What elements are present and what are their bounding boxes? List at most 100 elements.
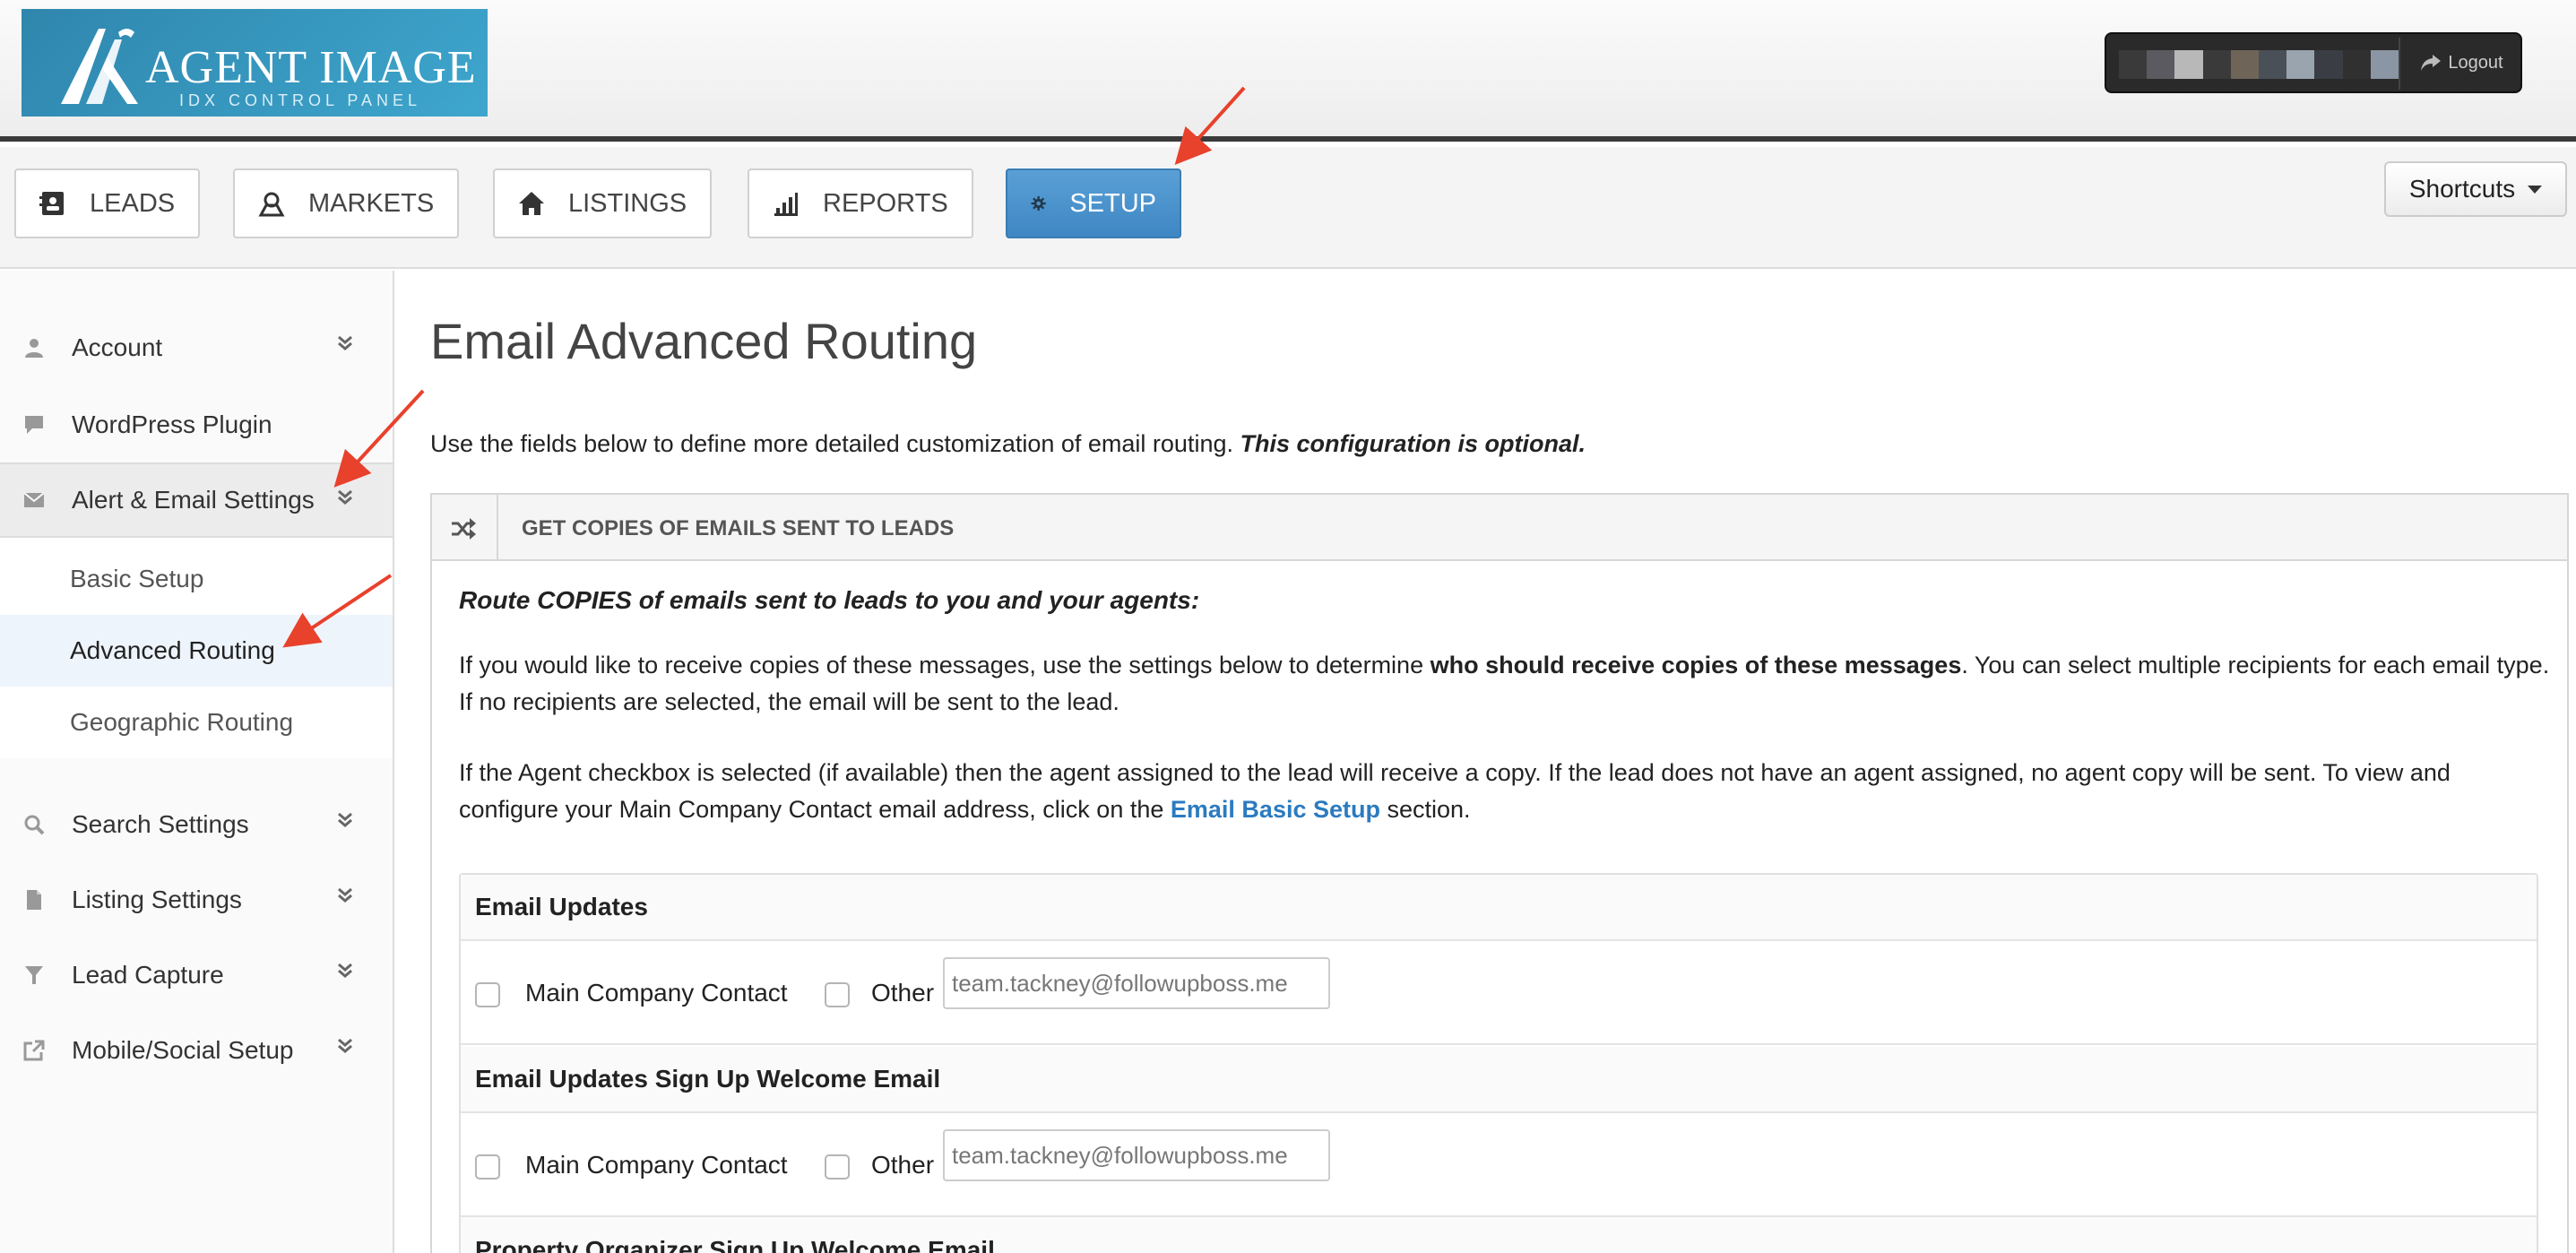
main-company-contact-checkbox[interactable] [475,1154,500,1180]
agent-image-logo[interactable]: AGENT IMAGE IDX CONTROL PANEL [22,9,488,117]
alert-email-submenu: Basic Setup Advanced Routing Geographic … [0,538,393,758]
chevron-double-down-icon[interactable] [335,961,355,981]
routing-options-box: Email Updates Main Company Contact Other… [459,873,2538,1253]
tab-setup-label: SETUP [1069,188,1156,218]
sidebar-item-account[interactable]: Account [0,310,393,385]
tab-leads-label: LEADS [90,188,176,218]
tab-setup[interactable]: SETUP [1006,169,1181,238]
blur-pixel [2259,50,2287,79]
other-email-input[interactable] [943,1129,1330,1181]
blur-pixel [2147,50,2175,79]
sidebar: Account WordPress Plugin Alert & Email S… [0,271,394,1253]
other-email-input[interactable] [943,957,1330,1009]
section-row-sign-up-welcome: Main Company Contact Other [461,1115,2537,1217]
tab-listings-label: LISTINGS [568,188,687,218]
user-account-box: Logout [2105,32,2522,93]
section-header-sign-up-welcome: Email Updates Sign Up Welcome Email [461,1047,2537,1113]
intro-main: Use the fields below to define more deta… [430,430,1233,457]
chevron-double-down-icon[interactable] [335,333,355,353]
blur-pixel [2119,50,2148,79]
top-header: AGENT IMAGE IDX CONTROL PANEL Logout [0,0,2576,142]
blurred-username [2119,50,2399,79]
chevron-double-down-icon[interactable] [335,810,355,830]
sidebar-subitem-advanced-routing[interactable]: Advanced Routing [0,615,393,687]
document-icon [27,890,41,910]
share-arrow-icon [2421,55,2442,71]
email-basic-setup-link[interactable]: Email Basic Setup [1171,796,1380,823]
sidebar-subitem-geographic-routing[interactable]: Geographic Routing [0,687,393,758]
panel-header-divider [497,495,498,559]
para1-bold: who should receive copies of these messa… [1430,652,1962,678]
tab-markets-label: MARKETS [308,188,435,218]
shuffle-icon [452,518,476,540]
logout-label: Logout [2448,52,2503,73]
main-company-contact-label: Main Company Contact [525,979,788,1007]
speech-bubble-icon [25,416,43,434]
other-label: Other [871,979,935,1007]
sidebar-item-mobile-social-setup[interactable]: Mobile/Social Setup [0,1013,393,1088]
main-nav: LEADS MARKETS LISTINGS REPORTS SETUP Sho… [0,147,2576,269]
blur-pixel [2370,50,2399,79]
map-pin-icon [258,192,285,217]
sidebar-item-alert-email-settings[interactable]: Alert & Email Settings [0,462,393,538]
panel-lead: Route COPIES of emails sent to leads to … [459,586,1200,614]
sidebar-subitem-basic-setup[interactable]: Basic Setup [0,543,393,615]
tab-reports-label: REPORTS [823,188,948,218]
tab-markets[interactable]: MARKETS [233,169,460,238]
gear-icon [1031,195,1046,212]
sidebar-item-label: Account [72,333,163,361]
section-row-email-updates: Main Company Contact Other [461,943,2537,1045]
intro-emphasis: This configuration is optional. [1240,430,1586,457]
sidebar-subitem-label: Basic Setup [70,565,204,592]
tab-reports[interactable]: REPORTS [748,169,973,238]
section-header-property-organizer: Property Organizer Sign Up Welcome Email [461,1217,2537,1253]
sidebar-item-wordpress-plugin[interactable]: WordPress Plugin [0,387,393,462]
envelope-icon [23,492,45,507]
sidebar-item-label: Search Settings [72,810,249,838]
external-share-icon [23,1040,45,1061]
logo-subtitle: IDX CONTROL PANEL [179,91,422,109]
tab-leads[interactable]: LEADS [14,169,201,238]
sidebar-item-label: Lead Capture [72,961,224,989]
caret-down-icon [2528,185,2543,194]
contact-card-icon [39,192,64,215]
tab-listings[interactable]: LISTINGS [493,169,713,238]
logo-title: AGENT IMAGE [145,42,477,93]
logout-button[interactable]: Logout [2404,34,2520,91]
para1-text-a: If you would like to receive copies of t… [459,652,1424,678]
sidebar-item-label: Alert & Email Settings [72,486,315,514]
panel-paragraph-2: If the Agent checkbox is selected (if av… [459,755,2553,828]
blur-pixel [2342,50,2371,79]
sidebar-item-label: Listing Settings [72,886,242,913]
panel-paragraph-1: If you would like to receive copies of t… [459,647,2553,721]
other-label: Other [871,1151,935,1179]
search-icon [24,815,45,835]
bar-chart-icon [774,193,798,216]
userbox-divider [2399,38,2400,90]
sidebar-subitem-label: Geographic Routing [70,708,294,736]
funnel-icon [25,966,43,984]
sidebar-item-label: Mobile/Social Setup [72,1036,294,1064]
intro-text: Use the fields below to define more deta… [430,430,1586,458]
other-checkbox[interactable] [825,982,850,1007]
chevron-double-down-icon[interactable] [335,886,355,905]
shortcuts-dropdown[interactable]: Shortcuts [2384,161,2567,217]
page-title: Email Advanced Routing [430,313,978,369]
main-company-contact-checkbox[interactable] [475,982,500,1007]
sidebar-item-search-settings[interactable]: Search Settings [0,787,393,862]
shortcuts-label: Shortcuts [2408,175,2516,203]
blur-pixel [2230,50,2260,79]
main-company-contact-label: Main Company Contact [525,1151,788,1179]
sidebar-item-label: WordPress Plugin [72,410,272,438]
blur-pixel [2314,50,2343,79]
para2-text-b: section. [1387,796,1471,823]
other-checkbox[interactable] [825,1154,850,1180]
chevron-double-down-icon[interactable] [335,488,355,507]
panel-header: GET COPIES OF EMAILS SENT TO LEADS [432,495,2567,561]
user-icon [25,339,43,358]
sidebar-item-listing-settings[interactable]: Listing Settings [0,862,393,938]
section-header-email-updates: Email Updates [461,875,2537,941]
chevron-double-down-icon[interactable] [335,1036,355,1056]
sidebar-item-lead-capture[interactable]: Lead Capture [0,938,393,1013]
blur-pixel [2174,50,2203,79]
